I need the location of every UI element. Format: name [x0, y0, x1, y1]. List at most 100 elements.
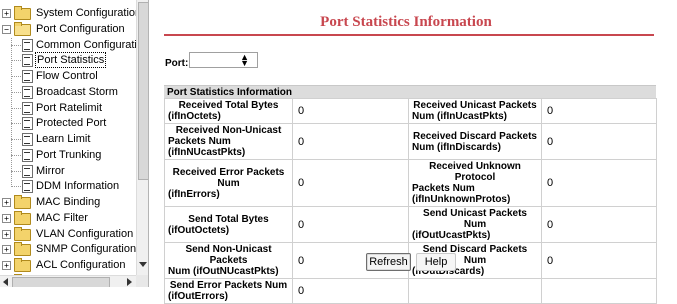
tree-item-label: SNMP Configuration [36, 243, 137, 256]
stat-label: Received Unknown Protocol Packets Num (if… [408, 159, 542, 207]
stat-value: 0 [541, 206, 657, 243]
tree-item-label: System Configuration [36, 7, 142, 19]
stat-label: Send Unicast Packets Num (ifOutUcastPkts) [408, 206, 542, 243]
tree-connector [11, 76, 21, 77]
stat-label-line2: Num (ifInDiscards) [412, 141, 501, 153]
expand-icon[interactable]: + [2, 213, 11, 223]
stat-label-line1: Received Discard Packets [413, 130, 537, 142]
tree-item-label: DDM Information [36, 180, 120, 193]
stat-label-line2: Num (ifOutNUcastPkts) [168, 266, 279, 277]
stat-label-line2: (ifInErrors) [168, 188, 220, 200]
folder-icon [14, 242, 31, 257]
stat-label-line1: Received Error Packets Num [172, 166, 285, 189]
tree-item-label: VLAN Configuration [36, 227, 134, 240]
stat-label-line1: Send Non-Unicast Packets [185, 244, 272, 266]
stat-label-line1: Received Non-Unicast [175, 125, 282, 136]
stat-label-line2: (ifOutErrors) [168, 291, 228, 302]
help-button[interactable]: Help [416, 253, 456, 271]
tree-item-label: Flow Control [36, 70, 98, 82]
stat-label-line2: Num (ifInUcastPkts) [412, 111, 508, 122]
stat-label-line1: Received Unknown Protocol [429, 161, 521, 183]
stat-value: 0 [541, 159, 657, 207]
section-header: Port Statistics Information [164, 85, 656, 98]
expand-icon[interactable]: + [2, 261, 11, 270]
stat-label: Received Total Bytes (ifInOctets) [164, 98, 293, 124]
tree-item-label: Mirror [36, 164, 65, 177]
expand-icon[interactable]: + [2, 245, 11, 255]
collapse-icon[interactable]: − [2, 24, 11, 34]
stat-label: Received Discard Packets Num (ifInDiscard… [408, 123, 542, 160]
tree-connector [11, 139, 21, 140]
stat-value: 0 [292, 123, 409, 160]
stat-label: Received Unicast Packets Num (ifInUcastPk… [408, 98, 542, 124]
select-arrows-icon: ▲ ▼ [240, 52, 249, 68]
stat-label-line1: Received Unicast Packets [413, 100, 537, 111]
page-icon [22, 85, 33, 99]
expand-icon[interactable]: + [2, 229, 11, 239]
stat-label-line2: (ifOutOctets) [168, 224, 230, 236]
main-content: Port Statistics Information Port: ▲ ▼ Por… [156, 0, 677, 304]
stat-value: 0 [292, 159, 409, 207]
tree-item-label: Port Statistics [34, 52, 107, 69]
expand-icon[interactable]: + [2, 198, 11, 207]
tree-vertical-scrollbar[interactable] [136, 0, 148, 275]
tree-item-label: Broadcast Storm [36, 85, 118, 98]
refresh-button[interactable]: Refresh [366, 253, 411, 271]
table-row: Send Error Packets Num (ifOutErrors) 0 [164, 278, 657, 304]
tree-item-label: Port Trunking [36, 148, 102, 161]
tree-item-label: Port Ratelimit [36, 101, 103, 114]
title-divider [164, 34, 654, 36]
folder-icon [14, 210, 31, 225]
stat-label-line2: Packets Num (ifInNUcastPkts) [168, 136, 246, 158]
tree-connector [11, 107, 21, 109]
folder-icon [14, 6, 31, 20]
stat-value: 0 [541, 98, 657, 124]
scroll-down-arrow-icon[interactable] [139, 262, 147, 267]
scrollbar-corner [136, 275, 148, 287]
stat-label-line1: Send Error Packets Num [169, 280, 288, 291]
folder-icon [14, 195, 31, 209]
stat-label: Send Error Packets Num (ifOutErrors) [164, 278, 293, 304]
table-row: Received Total Bytes (ifInOctets) 0 Receive… [164, 98, 657, 124]
navigation-tree: + System Configuration − Port Configuration… [0, 0, 149, 287]
tree-connector [11, 91, 21, 93]
table-row: Received Error Packets Num (ifInErrors) 0 R… [164, 159, 657, 207]
page-icon [22, 164, 33, 178]
scrollbar-thumb[interactable] [12, 277, 110, 287]
page-title: Port Statistics Information [320, 14, 492, 30]
page-icon [22, 70, 33, 83]
page-icon [22, 117, 33, 131]
scroll-left-arrow-icon[interactable] [3, 278, 8, 286]
table-row: Received Non-Unicast Packets Num (ifInNUc… [164, 123, 657, 160]
expand-icon[interactable]: + [2, 9, 11, 18]
page-icon [22, 148, 33, 162]
page-icon [22, 101, 33, 115]
stat-label: Send Non-Unicast Packets Num (ifOutNUcast… [164, 242, 293, 279]
stat-label: Received Error Packets Num (ifInErrors) [164, 159, 293, 207]
tree-connector [11, 186, 21, 188]
tree-connector [11, 44, 21, 46]
tree-connector [11, 154, 21, 156]
stat-label: Received Non-Unicast Packets Num (ifInNUc… [164, 123, 293, 160]
stat-value: 0 [292, 98, 409, 124]
tree-item-label: Protected Port [36, 117, 107, 130]
stat-label [408, 278, 542, 304]
tree-horizontal-scrollbar[interactable] [0, 275, 136, 287]
stat-value: 0 [541, 242, 657, 279]
stat-value: 0 [292, 206, 409, 243]
scroll-right-arrow-icon[interactable] [127, 278, 132, 286]
scrollbar-thumb[interactable] [138, 2, 148, 180]
stat-label-line2: (ifOutUcastPkts) [412, 230, 491, 241]
tree-item-label: Port Configuration [36, 22, 125, 35]
stat-value: 0 [541, 123, 657, 160]
tree-connector [11, 170, 21, 172]
stat-value [541, 278, 657, 304]
port-select[interactable]: ▲ ▼ [189, 52, 258, 68]
tree-connector [11, 123, 21, 125]
stat-value: 0 [292, 278, 409, 304]
stat-label-line1: Received Total Bytes [178, 100, 279, 111]
folder-icon [14, 258, 31, 272]
tree-connector [11, 60, 21, 62]
stat-label-line2: (ifInOctets) [168, 111, 221, 122]
page-icon [22, 54, 33, 68]
